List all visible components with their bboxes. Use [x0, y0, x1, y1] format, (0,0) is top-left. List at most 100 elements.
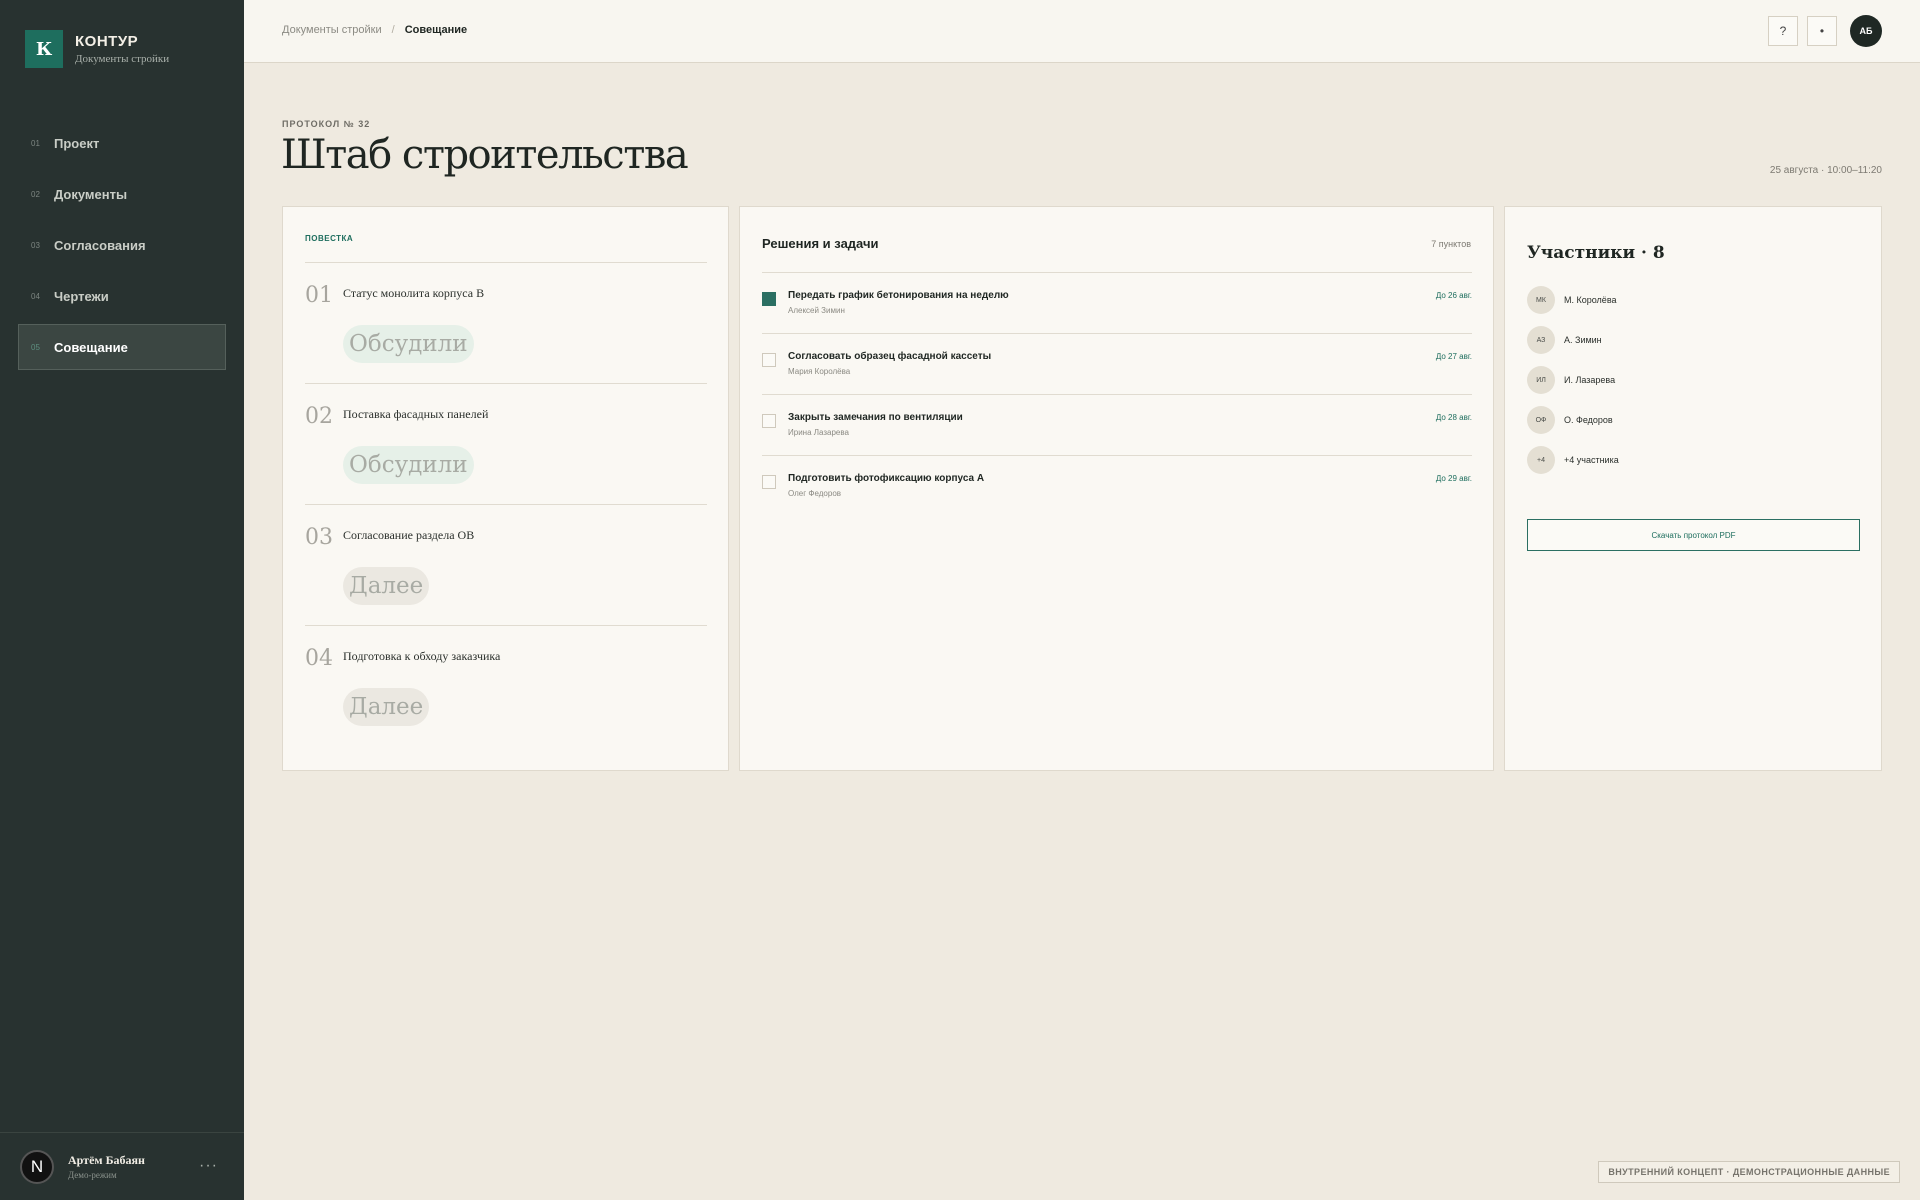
nav-label: Совещание	[54, 339, 128, 355]
agenda-text: Статус монолита корпуса В	[343, 286, 485, 300]
top-actions: ? • АБ	[1768, 15, 1882, 47]
task-checkbox[interactable]	[762, 414, 776, 428]
participants-card: Участники · 8 МК М. Королёва АЗ А. Зимин…	[1504, 206, 1882, 771]
agenda-heading: ПОВЕСТКА	[305, 234, 354, 243]
download-pdf-button[interactable]: Скачать протокол PDF	[1527, 519, 1860, 551]
task-row: Закрыть замечания по вентиляции Ирина Ла…	[762, 395, 1472, 456]
task-owner: Олег Федоров	[788, 489, 842, 498]
user-mode: Демо-режим	[68, 1170, 117, 1180]
sidebar-item-approvals[interactable]: 03 Согласования	[18, 222, 226, 268]
task-owner: Мария Королёва	[788, 367, 851, 376]
sidebar-item-project[interactable]: 01 Проект	[18, 120, 226, 166]
task-owner: Алексей Зимин	[788, 306, 845, 315]
protocol-number: ПРОТОКОЛ № 32	[282, 119, 371, 129]
agenda-item: 04 Подготовка к обходу заказчика Далее	[305, 626, 707, 747]
task-list: Передать график бетонирования на неделю …	[762, 272, 1472, 517]
task-checkbox[interactable]	[762, 353, 776, 367]
participant-avatar: МК	[1527, 286, 1555, 314]
task-title: Передать график бетонирования на неделю	[788, 290, 1009, 301]
agenda-status-badge[interactable]: Далее	[343, 567, 430, 605]
demo-notice-badge: ВНУТРЕННИЙ КОНЦЕПТ · ДЕМОНСТРАЦИОННЫЕ ДА…	[1598, 1161, 1900, 1183]
task-due-date: До 28 авг.	[1435, 413, 1472, 422]
participants-list: МК М. Королёва АЗ А. Зимин ИЛ И. Лазарев…	[1527, 280, 1619, 480]
brand[interactable]: К КОНТУР Документы стройки	[25, 30, 169, 68]
task-due-date: До 27 авг.	[1435, 352, 1472, 361]
participant: ИЛ И. Лазарева	[1527, 360, 1619, 400]
sidebar-nav: 01 Проект 02 Документы 03 Согласования 0…	[18, 120, 226, 375]
breadcrumb: Документы стройки / Совещание	[282, 24, 467, 36]
participant: АЗ А. Зимин	[1527, 320, 1619, 360]
task-row: Подготовить фотофиксацию корпуса А Олег …	[762, 456, 1472, 517]
agenda-status-badge[interactable]: Обсудили	[343, 446, 474, 484]
notification-dot-button[interactable]: •	[1807, 16, 1837, 46]
sidebar-item-meeting[interactable]: 05 Совещание	[18, 324, 226, 370]
page-title: Штаб строительства	[281, 132, 689, 178]
participant-avatar: ИЛ	[1527, 366, 1555, 394]
participant-avatar: АЗ	[1527, 326, 1555, 354]
participant-name: +4 участника	[1564, 455, 1619, 465]
participant: МК М. Королёва	[1527, 280, 1619, 320]
nav-number: 04	[31, 291, 40, 301]
agenda-item: 03 Согласование раздела ОВ Далее	[305, 505, 707, 626]
tasks-count: 7 пунктов	[1431, 239, 1471, 249]
brand-subtitle: Документы стройки	[75, 53, 170, 65]
agenda-text: Подготовка к обходу заказчика	[343, 649, 501, 663]
participant-name: И. Лазарева	[1564, 375, 1616, 385]
task-row: Согласовать образец фасадной кассеты Мар…	[762, 334, 1472, 395]
participant-name: М. Королёва	[1564, 295, 1617, 305]
user-profile: N Артём Бабаян Демо-режим ···	[0, 1132, 244, 1200]
participant-name: О. Федоров	[1564, 415, 1613, 425]
agenda-item: 02 Поставка фасадных панелей Обсудили	[305, 384, 707, 505]
agenda-number: 02	[305, 404, 333, 429]
avatar[interactable]: АБ	[1850, 15, 1882, 47]
agenda-status-badge[interactable]: Далее	[343, 688, 430, 726]
sidebar: К КОНТУР Документы стройки 01 Проект 02 …	[0, 0, 244, 1200]
tasks-title: Решения и задачи	[762, 236, 879, 251]
help-button[interactable]: ?	[1768, 16, 1798, 46]
nav-label: Согласования	[54, 237, 146, 253]
sidebar-item-documents[interactable]: 02 Документы	[18, 171, 226, 217]
nav-number: 02	[31, 189, 40, 199]
task-checkbox[interactable]	[762, 475, 776, 489]
user-name: Артём Бабаян	[68, 1153, 145, 1167]
participants-title: Участники · 8	[1527, 243, 1665, 263]
participant: ОФ О. Федоров	[1527, 400, 1619, 440]
topbar: Документы стройки / Совещание ? • АБ	[244, 0, 1920, 63]
nav-number: 01	[31, 138, 40, 148]
nav-number: 05	[31, 342, 40, 352]
nav-number: 03	[31, 240, 40, 250]
task-checkbox[interactable]	[762, 292, 776, 306]
brand-title: КОНТУР	[75, 33, 139, 50]
breadcrumb-separator: /	[391, 24, 395, 36]
brand-logo: К	[25, 30, 63, 68]
nav-label: Проект	[54, 135, 100, 151]
participant-more[interactable]: +4 +4 участника	[1527, 440, 1619, 480]
agenda-text: Поставка фасадных панелей	[343, 407, 489, 421]
brand-text: КОНТУР Документы стройки	[75, 33, 169, 65]
agenda-item: 01 Статус монолита корпуса В Обсудили	[305, 263, 707, 384]
agenda-status-badge[interactable]: Обсудили	[343, 325, 474, 363]
participant-avatar: ОФ	[1527, 406, 1555, 434]
more-icon[interactable]: ···	[199, 1157, 218, 1175]
breadcrumb-parent[interactable]: Документы стройки	[282, 24, 382, 36]
user-info: Артём Бабаян Демо-режим	[68, 1153, 145, 1180]
participant-avatar: +4	[1527, 446, 1555, 474]
task-row: Передать график бетонирования на неделю …	[762, 273, 1472, 334]
agenda-number: 04	[305, 646, 333, 671]
task-owner: Ирина Лазарева	[788, 428, 849, 437]
tasks-card: Решения и задачи 7 пунктов Передать граф…	[739, 206, 1494, 771]
agenda-number: 03	[305, 525, 333, 550]
breadcrumb-current: Совещание	[404, 24, 468, 36]
nav-label: Чертежи	[54, 288, 109, 304]
nav-label: Документы	[54, 186, 128, 202]
agenda-number: 01	[305, 283, 333, 308]
agenda-card: ПОВЕСТКА 01 Статус монолита корпуса В Об…	[282, 206, 729, 771]
task-due-date: До 26 авг.	[1435, 291, 1472, 300]
user-avatar[interactable]: N	[20, 1149, 54, 1184]
agenda-text: Согласование раздела ОВ	[343, 528, 475, 542]
task-title: Закрыть замечания по вентиляции	[788, 412, 963, 423]
task-title: Подготовить фотофиксацию корпуса А	[788, 473, 985, 484]
task-title: Согласовать образец фасадной кассеты	[788, 351, 992, 362]
sidebar-item-drawings[interactable]: 04 Чертежи	[18, 273, 226, 319]
meeting-datetime: 25 августа · 10:00–11:20	[1769, 165, 1882, 176]
